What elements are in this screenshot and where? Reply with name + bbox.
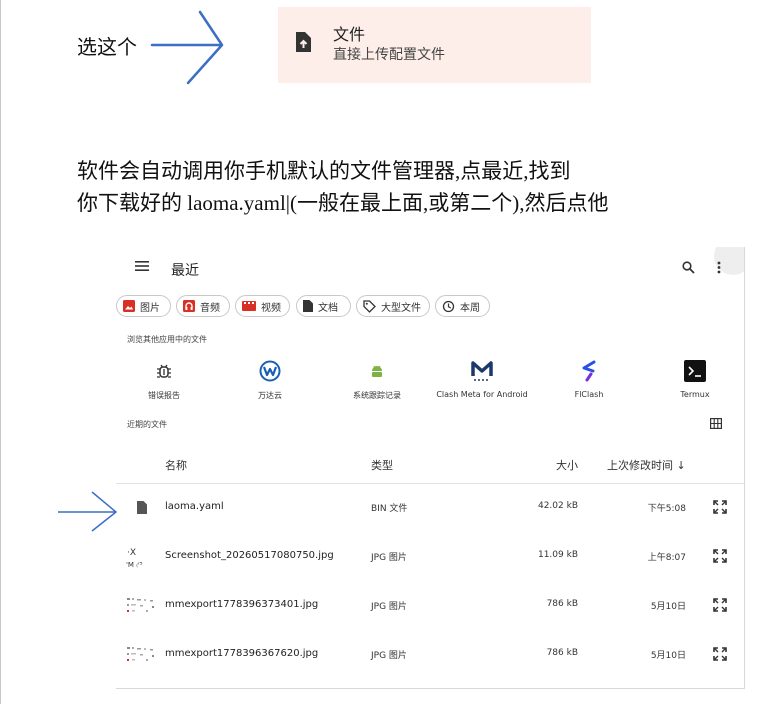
svg-text:'M ₍ʳ⁵: 'M ₍ʳ⁵ [126,561,143,569]
app-name: FlClash [574,390,604,399]
chip-label: 音频 [200,302,220,314]
chip-this-week[interactable]: 本周 [435,295,490,317]
app-name: Termux [680,390,710,399]
file-picker: 最近 图片 音频 视频 文档 大型文件 本周 浏览其他应用中的文件 错误报告 万… [116,247,745,689]
header-divider [116,483,744,484]
page-border [0,0,1,704]
file-size: 11.09 kB [537,550,578,560]
chip-label: 本周 [460,302,480,314]
expand-preview-icon[interactable] [713,598,727,612]
column-header-modified[interactable]: 上次修改时间 ↓ [607,457,686,473]
file-size: 42.02 kB [537,501,578,511]
app-clash-meta[interactable]: Clash Meta for Android [427,359,537,399]
bug-icon [157,364,171,378]
app-bug-report[interactable]: 错误报告 [116,359,219,401]
chip-images[interactable]: 图片 [116,295,171,317]
table-row[interactable]: mmexport1778396367620.jpg JPG 图片 786 kB … [116,632,744,681]
app-flclash[interactable]: FlClash [534,359,644,399]
audio-icon [183,300,195,312]
file-upload-icon [296,32,311,52]
history-icon [442,300,455,312]
image-thumbnail: ·X 'M ₍ʳ⁵ [126,548,143,569]
pointer-arrow-icon [58,491,117,532]
menu-icon[interactable] [135,260,149,272]
other-apps-label: 浏览其他应用中的文件 [127,335,207,344]
app-name: 错误报告 [148,391,180,400]
wanda-cloud-icon [259,360,281,382]
expand-preview-icon[interactable] [713,500,727,514]
column-header-name[interactable]: 名称 [165,457,187,473]
table-row[interactable]: laoma.yaml BIN 文件 42.02 kB 下午5:08 [116,485,744,534]
terminal-icon [684,360,706,382]
video-icon [242,301,256,311]
file-option-title: 文件 [333,25,366,44]
chip-label: 图片 [140,302,160,314]
file-type: JPG 图片 [371,602,407,612]
expand-preview-icon[interactable] [713,549,727,563]
file-type: JPG 图片 [371,651,407,661]
recent-files-label: 近期的文件 [127,420,167,429]
grid-view-icon[interactable] [710,418,722,429]
file-upload-option[interactable]: 文件 直接上传配置文件 [278,7,591,83]
chip-large-files[interactable]: 大型文件 [356,295,430,317]
file-modified: 5月10日 [650,602,686,612]
page-title: 最近 [171,263,199,279]
app-wanda-cloud[interactable]: 万达云 [215,359,325,401]
file-name: mmexport1778396367620.jpg [165,648,319,659]
file-modified: 下午5:08 [647,504,686,514]
expand-preview-icon[interactable] [713,647,727,661]
image-thumbnail [127,647,154,661]
flclash-icon [582,360,596,382]
file-name: mmexport1778396373401.jpg [165,599,319,610]
image-thumbnail [127,598,154,612]
file-name: Screenshot_20260517080750.jpg [165,550,334,561]
file-type: JPG 图片 [371,553,407,563]
tag-icon [363,299,376,313]
chip-video[interactable]: 视频 [235,295,290,317]
file-icon [137,501,147,514]
column-header-size[interactable]: 大小 [556,457,578,473]
document-icon [303,300,313,312]
chip-audio[interactable]: 音频 [176,295,230,317]
chip-label: 视频 [261,302,281,314]
app-termux[interactable]: Termux [640,359,744,399]
instruction-line-1: 软件会自动调用你手机默认的文件管理器,点最近,找到 [77,159,571,183]
file-type: BIN 文件 [371,504,408,514]
clash-meta-icon [471,361,493,381]
app-name: 系统跟踪记录 [353,391,401,400]
app-system-tracing[interactable]: 系统跟踪记录 [322,359,432,401]
image-icon [123,300,135,312]
file-modified: 5月10日 [650,651,686,661]
pick-this-label: 选这个 [77,37,137,59]
chip-label: 文档 [318,302,338,314]
app-name: Clash Meta for Android [436,390,528,399]
file-modified: 上午8:07 [647,553,686,563]
file-size: 786 kB [546,648,578,658]
column-header-type[interactable]: 类型 [371,457,393,473]
svg-text:·X: ·X [127,548,136,558]
file-name: laoma.yaml [165,501,224,512]
table-row[interactable]: ·X 'M ₍ʳ⁵ Screenshot_20260517080750.jpg … [116,534,744,583]
app-name: 万达云 [258,391,282,400]
pointer-arrow-icon [150,10,224,85]
search-icon[interactable] [682,261,695,274]
file-option-subtitle: 直接上传配置文件 [333,47,445,63]
more-options-icon[interactable] [717,261,721,274]
chip-label: 大型文件 [381,302,421,314]
instruction-line-2: 你下载好的 laoma.yaml|(一般在最上面,或第二个),然后点他 [77,191,609,215]
android-icon [372,365,382,377]
table-row[interactable]: mmexport1778396373401.jpg JPG 图片 786 kB … [116,583,744,632]
file-size: 786 kB [546,599,578,609]
chip-documents[interactable]: 文档 [296,295,351,317]
